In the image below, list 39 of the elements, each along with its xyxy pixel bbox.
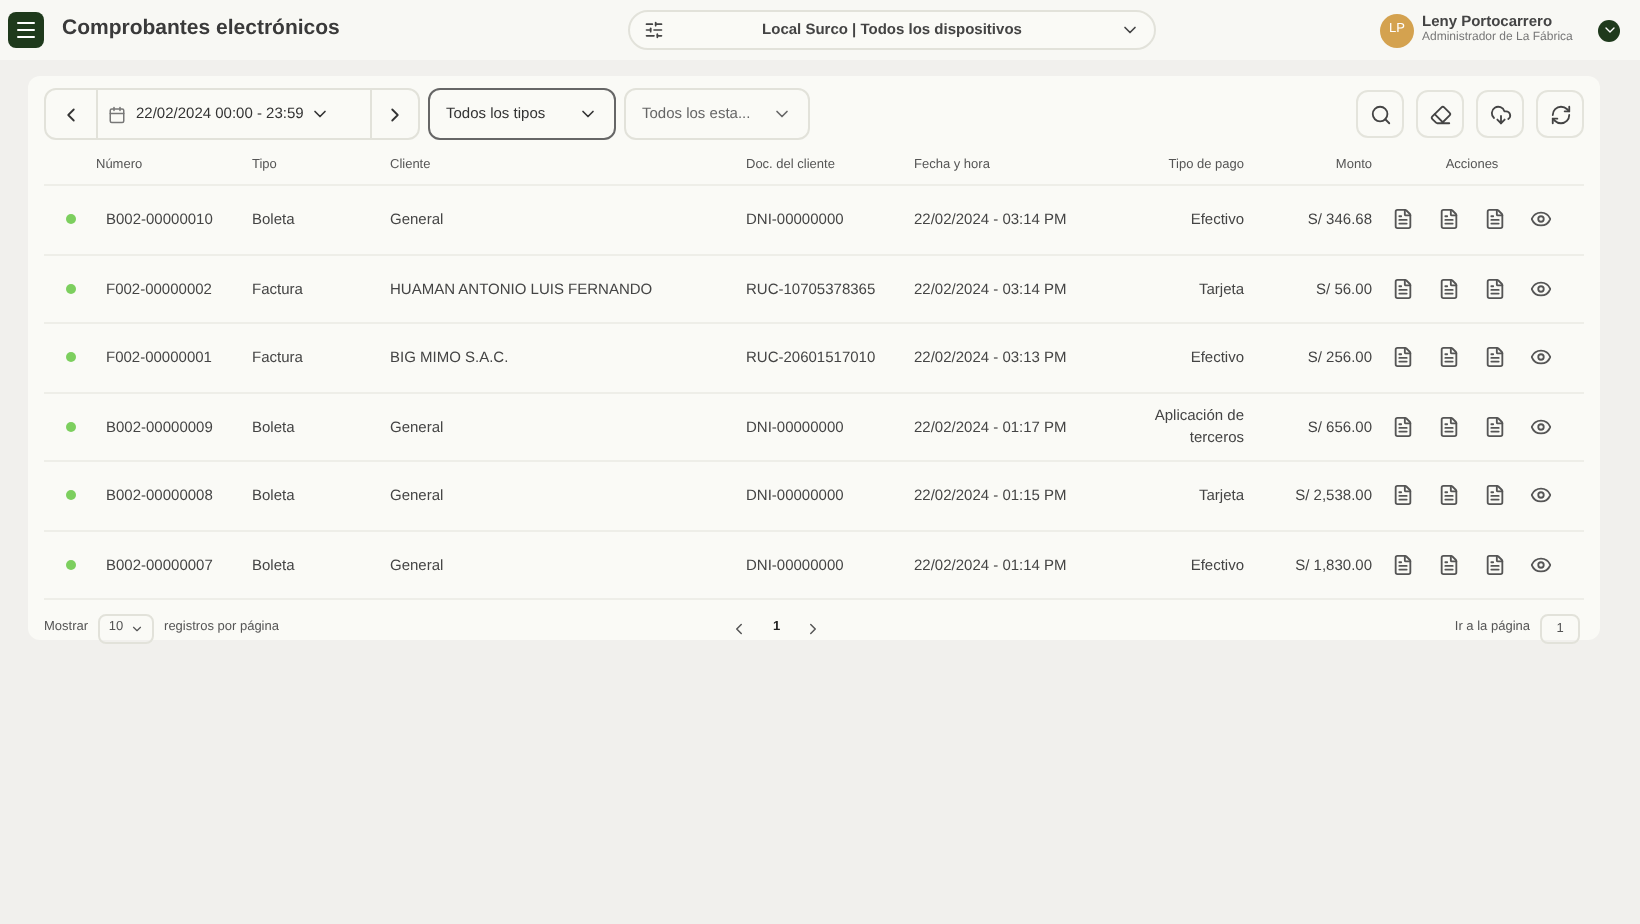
calendar-icon [108, 105, 126, 123]
eye-icon[interactable] [1530, 346, 1552, 369]
file-icon[interactable] [1438, 553, 1460, 576]
filter-icon [644, 20, 664, 40]
menu-button[interactable] [8, 12, 44, 48]
file-icon[interactable] [1392, 277, 1414, 300]
file-icon[interactable] [1392, 484, 1414, 507]
eye-icon[interactable] [1530, 277, 1552, 300]
file-icon[interactable] [1392, 346, 1414, 369]
cloud-download-icon [1489, 103, 1511, 125]
file-icon[interactable] [1438, 415, 1460, 438]
eye-icon[interactable] [1530, 484, 1552, 507]
file-icon[interactable] [1484, 415, 1506, 438]
refresh-button[interactable] [1536, 90, 1584, 138]
search-icon [1369, 103, 1391, 125]
refresh-icon [1549, 103, 1571, 125]
search-button[interactable] [1356, 90, 1404, 138]
file-icon[interactable] [1484, 553, 1506, 576]
eye-icon[interactable] [1530, 208, 1552, 231]
file-icon[interactable] [1484, 277, 1506, 300]
file-icon[interactable] [1392, 553, 1414, 576]
file-icon[interactable] [1484, 208, 1506, 231]
menu-icon [14, 18, 38, 42]
chevron-icon [129, 621, 144, 635]
eye-icon[interactable] [1530, 553, 1552, 576]
chevron-icon[interactable] [1598, 19, 1620, 41]
file-icon[interactable] [1438, 208, 1460, 231]
file-icon[interactable] [1484, 484, 1506, 507]
file-icon[interactable] [1438, 484, 1460, 507]
page-title: Comprobantes electrónicos [62, 14, 342, 45]
file-icon[interactable] [1392, 208, 1414, 231]
eye-icon[interactable] [1530, 415, 1552, 438]
eraser-icon [1429, 103, 1451, 125]
file-icon[interactable] [1438, 277, 1460, 300]
file-icon[interactable] [1484, 346, 1506, 369]
file-icon[interactable] [1438, 346, 1460, 369]
eraser-button[interactable] [1416, 90, 1464, 138]
file-icon[interactable] [1392, 415, 1414, 438]
cloud-download-button[interactable] [1476, 90, 1524, 138]
